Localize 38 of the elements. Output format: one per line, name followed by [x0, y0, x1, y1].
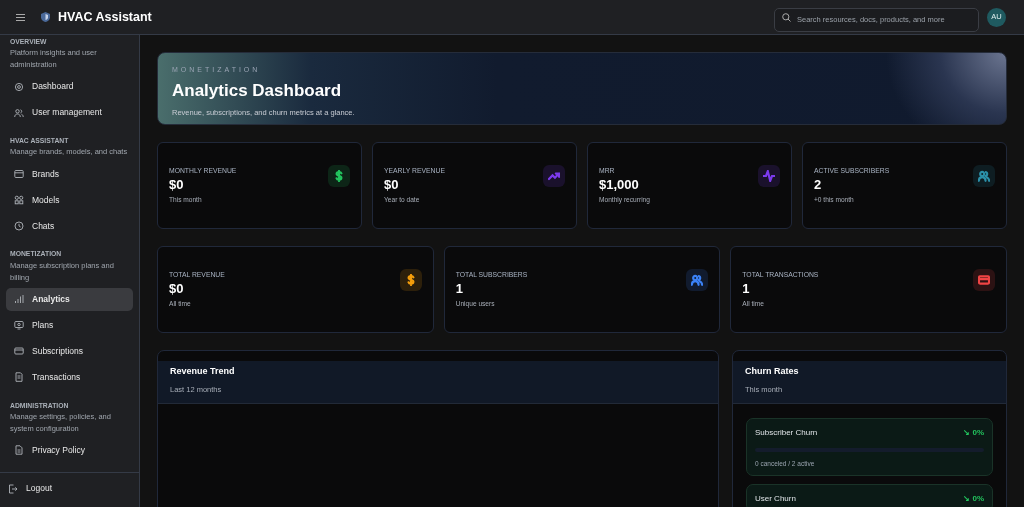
sidebar-item[interactable]: Transactions — [6, 365, 133, 389]
document-icon — [14, 445, 24, 456]
sidebar-item[interactable]: Subscriptions — [6, 339, 133, 363]
bar-chart-icon — [14, 294, 24, 305]
page-title: Analytics Dashboard — [172, 79, 343, 102]
sidebar-item[interactable]: Chats — [6, 214, 133, 238]
sidebar-item[interactable]: Plans — [6, 313, 133, 337]
stat-value: $0 — [384, 176, 400, 194]
sidebar-item[interactable]: Models — [6, 188, 133, 212]
grid-icon — [14, 194, 24, 205]
stat-value: 1 — [742, 280, 751, 298]
stat-value: $0 — [169, 176, 185, 194]
churn-label: User Churn — [755, 492, 796, 505]
receipt-icon — [14, 372, 24, 383]
logout-button[interactable]: Logout — [8, 477, 131, 500]
app-title: HVAC Assistant — [58, 8, 152, 26]
stat-value: $0 — [169, 280, 185, 298]
users-icon — [14, 107, 24, 118]
churn-label: Subscriber Churn — [755, 426, 818, 439]
menu-icon[interactable] — [16, 13, 25, 21]
credit-card-icon — [14, 346, 24, 357]
panel-title: Revenue Trend — [170, 365, 236, 378]
churn-rate: ↘ 0% — [963, 426, 984, 439]
sidebar-item[interactable]: Analytics — [6, 287, 133, 311]
logout-icon — [8, 483, 18, 494]
logo-icon — [41, 12, 50, 22]
stat-value: $1,000 — [599, 176, 640, 194]
sidebar-item[interactable]: Dashboard — [6, 75, 133, 99]
sidebar-item[interactable]: Privacy Policy — [6, 438, 133, 462]
churn-rate: ↘ 0% — [963, 492, 984, 505]
sidebar-item[interactable]: User management — [6, 101, 133, 125]
panel-title: Churn Rates — [745, 365, 800, 378]
monitor-icon — [14, 320, 24, 331]
window-icon — [14, 168, 24, 179]
stat-value: 1 — [455, 280, 464, 298]
stat-value: 2 — [814, 176, 823, 194]
clock-icon — [14, 220, 24, 231]
sidebar-item[interactable]: Brands — [6, 162, 133, 186]
